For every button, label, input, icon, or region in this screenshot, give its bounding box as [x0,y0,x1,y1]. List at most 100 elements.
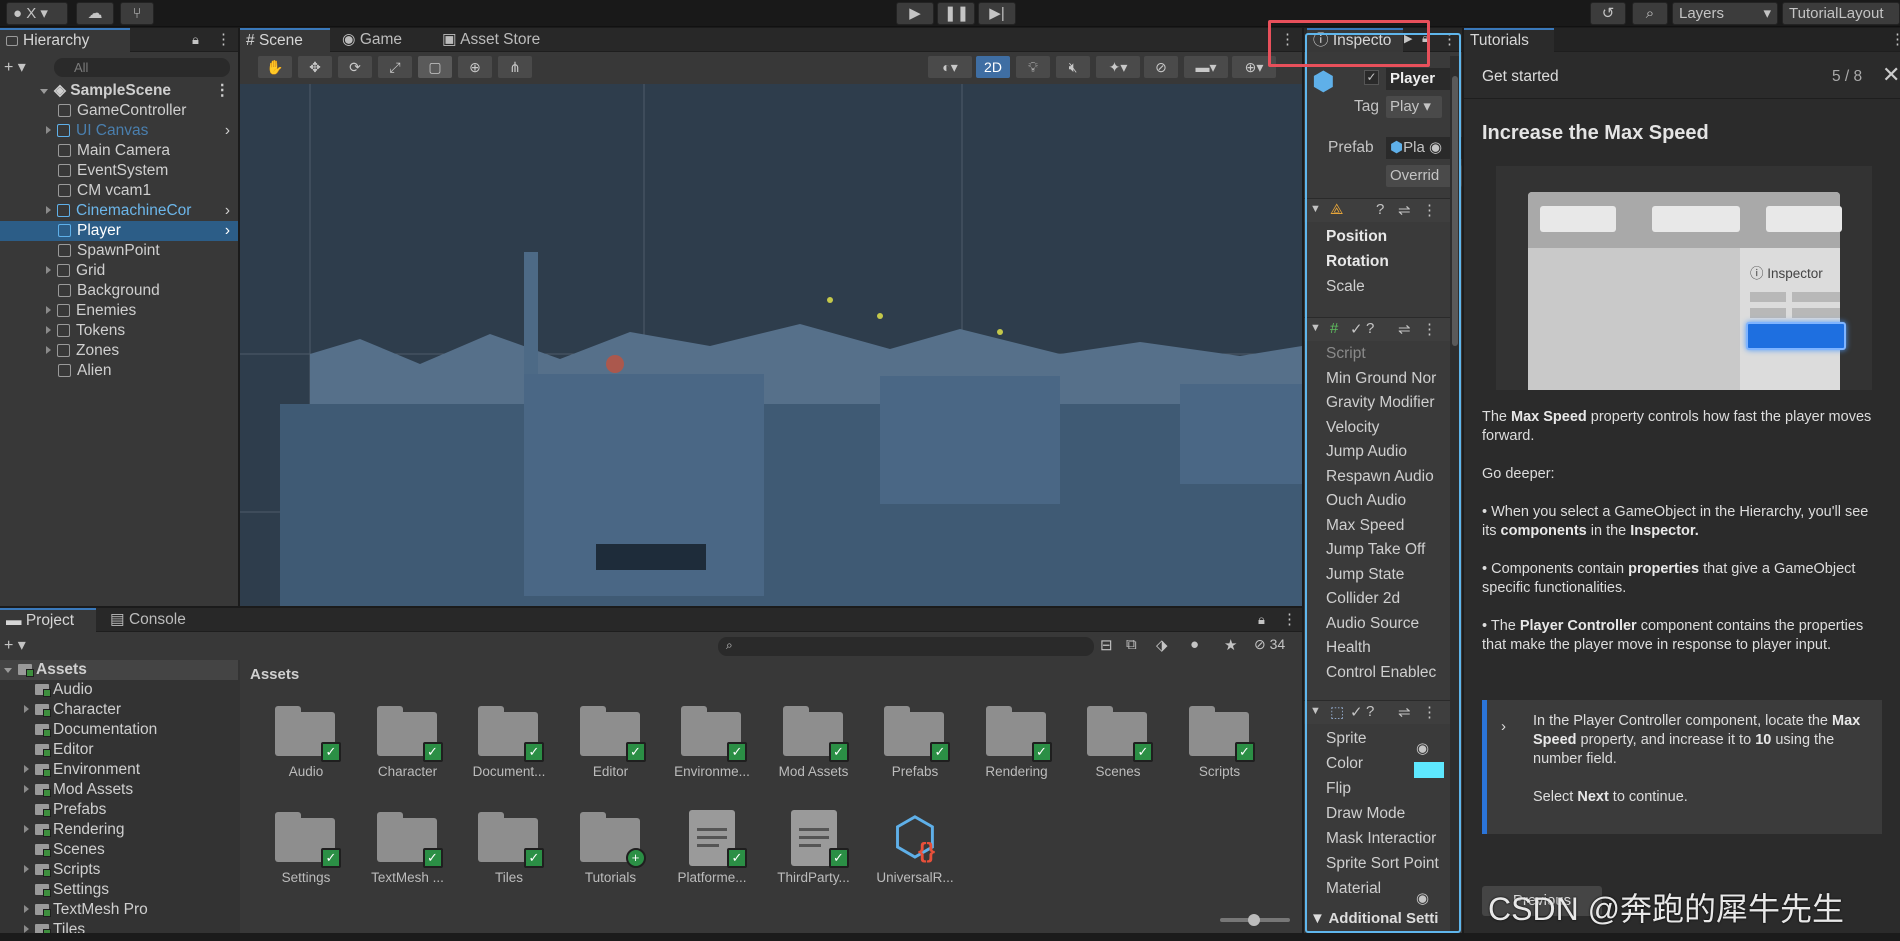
asset-item[interactable]: ✓ Environme... [670,704,754,779]
asset-item[interactable]: ✓ Scripts [1178,704,1262,779]
tree-folder[interactable]: Settings [0,880,238,900]
hierarchy-item[interactable]: Tokens [0,321,238,341]
collapse-icon[interactable]: ▼ [1310,203,1321,215]
tree-folder[interactable]: Character [0,700,238,720]
hierarchy-item[interactable]: Background [0,281,238,301]
more-icon[interactable]: ⋮ [1282,610,1297,628]
transform-tool-icon[interactable]: ⊕ [458,56,492,78]
expand-icon[interactable] [24,785,29,793]
expand-icon[interactable] [46,126,51,134]
script-header[interactable]: ▼ # ✓ ? ⇌ ⋮ [1304,317,1454,341]
enabled-checkbox[interactable]: ✓ [1350,320,1363,338]
tab-console[interactable]: ▤ Console [104,608,204,632]
inspector-property[interactable]: Jump Take Off [1304,539,1454,561]
more-icon[interactable]: ⋮ [1422,201,1437,219]
inspector-property[interactable]: Scale [1304,276,1454,298]
asset-item[interactable]: ✓ Character [366,704,450,779]
filter-icon[interactable]: ⊟ [1100,636,1113,654]
sprite-renderer-header[interactable]: ▼ ⬚ ✓ ? ⇌ ⋮ [1304,700,1454,724]
tab-project[interactable]: ▬ Project [0,608,96,632]
play-button[interactable]: ▶ [896,2,934,25]
inspector-property[interactable]: Jump Audio [1304,441,1454,463]
help-icon[interactable]: ? [1376,201,1384,218]
more-icon[interactable]: ⋮ [1422,320,1437,338]
expand-icon[interactable] [46,326,51,334]
search-button[interactable]: ⌕ [1632,2,1668,25]
tree-folder[interactable]: Rendering [0,820,238,840]
lock-icon[interactable]: 🔒︎ [1422,31,1428,46]
hierarchy-item[interactable]: Grid [0,261,238,281]
inspector-property[interactable]: Material [1304,878,1454,900]
layout-dropdown[interactable]: TutorialLayout [1782,2,1900,25]
settings-icon[interactable]: ⇌ [1398,201,1411,219]
tab-game[interactable]: ◉ Game [336,28,420,52]
lock-icon[interactable]: 🔒︎ [192,32,199,48]
asset-item[interactable]: ✓ Document... [467,704,551,779]
asset-item[interactable]: ✓ Scenes [1076,704,1160,779]
inspector-property[interactable]: Jump State [1304,564,1454,586]
inspector-property[interactable]: Min Ground Nor [1304,368,1454,390]
star-icon[interactable]: ★ [1224,636,1237,654]
hierarchy-item[interactable]: GameController [0,101,238,121]
tag-dropdown[interactable]: Play ▾ [1386,96,1442,118]
inspector-property[interactable]: Max Speed [1304,515,1454,537]
transform-header[interactable]: ▼ ⟁ ? ⇌ ⋮ [1304,198,1454,222]
collapse-icon[interactable]: ▼ [1310,322,1321,334]
move-tool-icon[interactable]: ✥ [298,56,332,78]
scene-viewport[interactable] [240,84,1302,606]
inspector-property[interactable]: Sprite [1304,728,1454,750]
inspector-property[interactable]: Mask Interactior [1304,828,1454,850]
scrollbar-thumb[interactable] [1452,76,1458,346]
tree-folder[interactable]: Prefabs [0,800,238,820]
shading-mode-icon[interactable]: ◐▾ [928,56,972,78]
expand-icon[interactable] [46,266,51,274]
chevron-right-icon[interactable]: › [225,221,230,241]
inspector-property[interactable]: Audio Source [1304,613,1454,635]
asset-item[interactable]: ✓ Audio [264,704,348,779]
gizmos-icon[interactable]: ⊕▾ [1232,56,1276,78]
tab-hierarchy[interactable]: Hierarchy [0,28,130,52]
tree-folder[interactable]: Scripts [0,860,238,880]
asset-item[interactable]: ✓ ThirdParty... [772,810,856,885]
hidden-objects-icon[interactable]: ⊘ [1144,56,1178,78]
asset-item[interactable]: ✓ Tiles [467,810,551,885]
tree-assets-root[interactable]: Assets [0,660,238,680]
hierarchy-item[interactable]: Alien [0,361,238,381]
tree-folder[interactable]: Scenes [0,840,238,860]
object-name-field[interactable]: Player [1386,68,1460,90]
hierarchy-item[interactable]: Main Camera [0,141,238,161]
hierarchy-item[interactable]: CM vcam1 [0,181,238,201]
hierarchy-item[interactable]: Zones [0,341,238,361]
inspector-property[interactable]: Position [1304,226,1454,248]
more-icon[interactable]: ⋮ [1442,30,1457,48]
tree-folder[interactable]: TextMesh Pro [0,900,238,920]
hierarchy-search-input[interactable]: All [54,58,230,77]
object-picker-icon[interactable]: ◉ [1416,739,1429,757]
additional-settings-foldout[interactable]: ▼ Additional Setti [1310,910,1438,927]
inspector-property[interactable]: Velocity [1304,417,1454,439]
collapse-icon[interactable]: ▼ [1310,705,1321,717]
inspector-property[interactable]: Sprite Sort Point [1304,853,1454,875]
active-checkbox[interactable]: ✓ [1364,70,1379,85]
asset-item[interactable]: ✓ Prefabs [873,704,957,779]
chevron-right-icon[interactable]: › [225,201,230,221]
color-swatch[interactable] [1414,762,1444,778]
add-object-button[interactable]: + ▾ [4,57,26,77]
type-filter-icon[interactable]: ⧉ [1126,636,1137,653]
custom-tool-icon[interactable]: ⋔ [498,56,532,78]
asset-item[interactable]: ✓ Platforme... [670,810,754,885]
inspector-scrollbar[interactable] [1450,56,1460,931]
layers-dropdown[interactable]: Layers ▾ [1672,2,1778,25]
step-button[interactable]: ▶| [978,2,1016,25]
tab-inspector[interactable]: ⓘ Inspecto [1307,28,1403,52]
asset-item[interactable]: ✓ Editor [569,704,653,779]
scale-tool-icon[interactable]: ⤢ [378,56,412,78]
tree-folder[interactable]: Editor [0,740,238,760]
inspector-property[interactable]: Flip [1304,778,1454,800]
more-icon[interactable]: ⋮ [1422,703,1437,721]
asset-item[interactable]: ✓ Rendering [975,704,1059,779]
scene-row[interactable]: ◈ SampleScene ⋮ [0,81,238,101]
settings-icon[interactable]: ⇌ [1398,703,1411,721]
hierarchy-item[interactable]: SpawnPoint [0,241,238,261]
tree-folder[interactable]: Environment [0,760,238,780]
